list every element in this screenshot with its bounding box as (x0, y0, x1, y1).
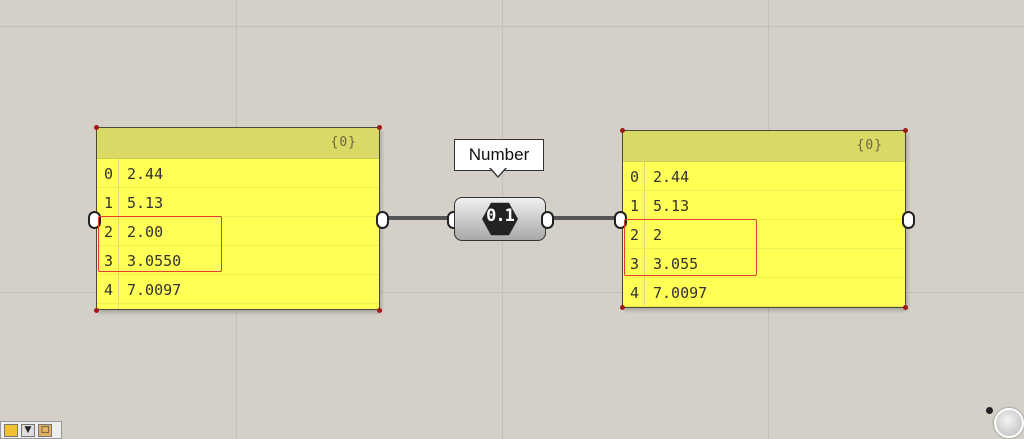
path-label: {0} (330, 135, 357, 150)
app-icon[interactable] (4, 423, 18, 437)
list-item[interactable]: 1 5.13 (623, 191, 905, 220)
row-value: 2.44 (653, 168, 690, 186)
highlight-box (624, 219, 757, 276)
wire-left (386, 216, 454, 220)
row-index: 4 (630, 284, 640, 302)
navigation-compass-icon[interactable] (994, 408, 1024, 438)
list-item[interactable]: 0 2.44 (623, 162, 905, 191)
corner-grip[interactable] (94, 308, 99, 313)
highlight-box (98, 216, 222, 272)
row-value: 7.0097 (653, 284, 708, 302)
tooltip-tail (490, 167, 506, 176)
output-port[interactable] (376, 211, 389, 229)
row-index: 1 (104, 194, 114, 212)
output-port[interactable] (902, 211, 915, 229)
row-value: 2.44 (127, 165, 164, 183)
number-component[interactable]: 0.1 (454, 197, 546, 241)
corner-grip[interactable] (903, 128, 908, 133)
panel-header: {0} (623, 131, 905, 162)
corner-grip[interactable] (620, 128, 625, 133)
row-index: 0 (104, 165, 114, 183)
list-item[interactable]: 1 5.13 (97, 188, 379, 217)
wire-right (552, 216, 618, 220)
path-label: {0} (856, 138, 883, 153)
list-item[interactable]: 4 7.0097 (97, 275, 379, 304)
output-port[interactable] (541, 211, 554, 229)
corner-grip[interactable] (620, 305, 625, 310)
corner-grip[interactable] (377, 308, 382, 313)
row-value: 5.13 (127, 194, 164, 212)
row-value: 7.0097 (127, 281, 182, 299)
number-icon-label: 0.1 (486, 206, 515, 226)
compass-marker-icon (986, 407, 993, 414)
row-index: 1 (630, 197, 640, 215)
list-item[interactable]: 4 7.0097 (623, 278, 905, 307)
row-index: 0 (630, 168, 640, 186)
list-item[interactable]: 0 2.44 (97, 159, 379, 188)
corner-grip[interactable] (377, 125, 382, 130)
download-icon[interactable]: ▼ (21, 423, 35, 437)
panel-header: {0} (97, 128, 379, 159)
corner-grip[interactable] (94, 125, 99, 130)
grid-line (0, 26, 1024, 27)
row-index: 4 (104, 281, 114, 299)
canvas-toolbar: ▼ □ (0, 421, 62, 439)
corner-grip[interactable] (903, 305, 908, 310)
window-icon[interactable]: □ (38, 423, 52, 437)
row-value: 5.13 (653, 197, 690, 215)
